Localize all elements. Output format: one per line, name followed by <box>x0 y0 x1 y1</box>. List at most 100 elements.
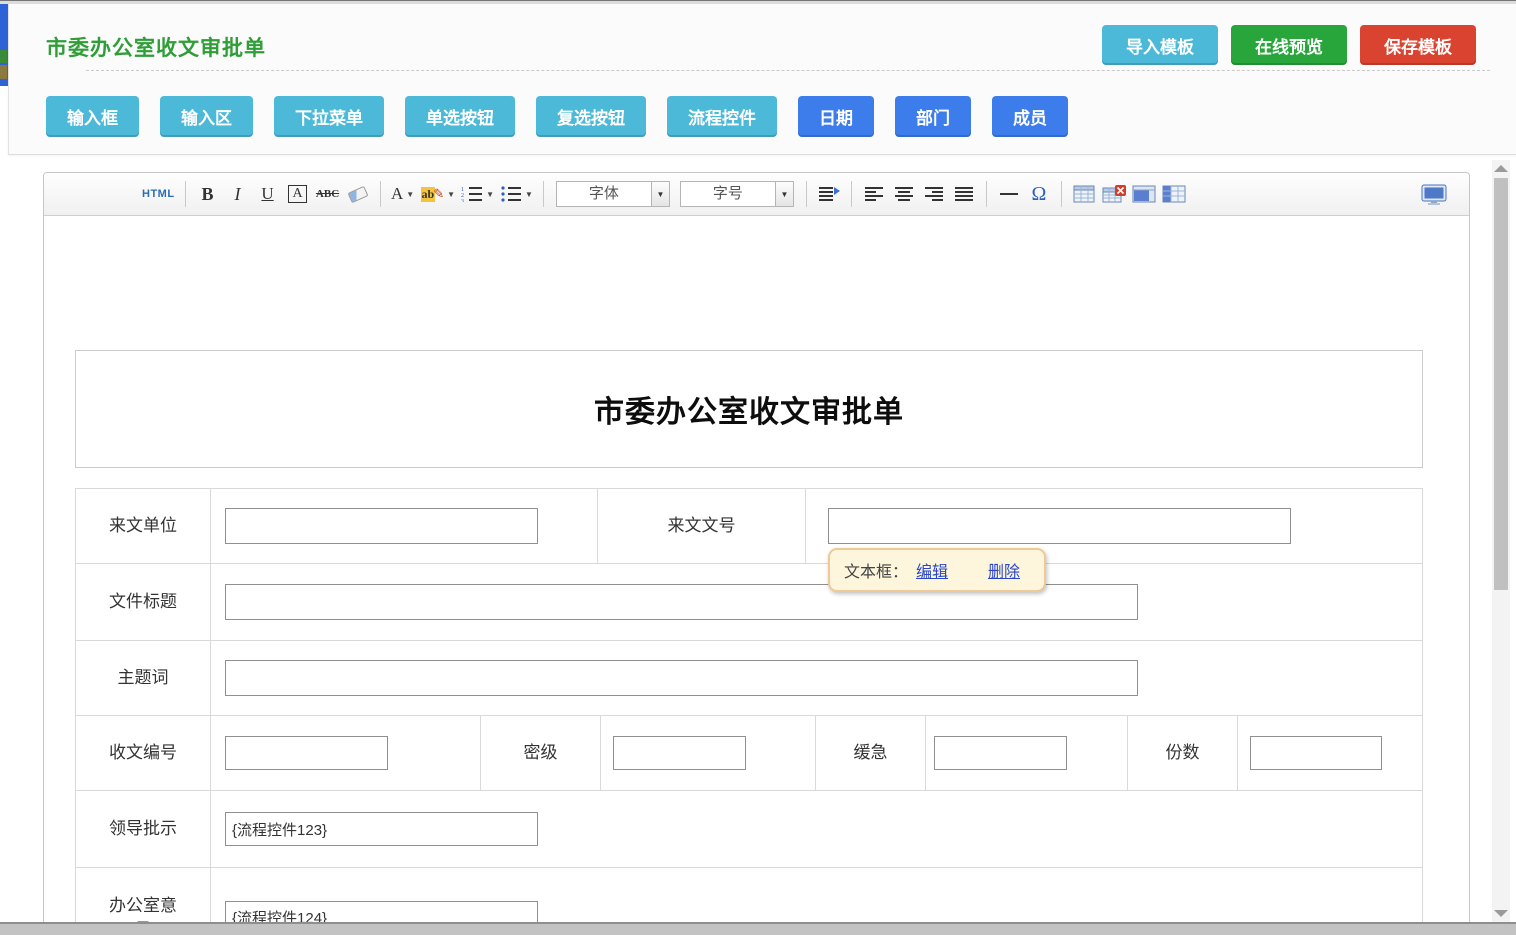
eraser-icon <box>347 185 368 202</box>
align-center-icon <box>894 186 914 202</box>
unordered-list-button[interactable]: ▼ <box>500 180 533 208</box>
control-palette: 输入框 输入区 下拉菜单 单选按钮 复选按钮 流程控件 日期 部门 成员 <box>46 96 1068 137</box>
font-color-icon: A <box>391 184 403 204</box>
tooltip-edit-link[interactable]: 编辑 <box>916 558 948 582</box>
approval-form-table: 来文单位 来文文号 文件标题 主题词 <box>75 488 1423 935</box>
indent-button[interactable] <box>817 180 841 208</box>
form-title-box: 市委办公室收文审批单 <box>75 350 1423 468</box>
palette-department-button[interactable]: 部门 <box>895 96 971 137</box>
leader-remark-input[interactable] <box>225 812 538 846</box>
align-center-button[interactable] <box>892 180 916 208</box>
highlight-color-button[interactable]: ab✎▼ <box>421 180 456 208</box>
align-left-icon <box>864 186 884 202</box>
source-unit-input[interactable] <box>225 508 538 544</box>
table-delete-icon <box>1102 185 1126 203</box>
table-row: 领导批示 <box>76 791 1422 868</box>
palette-radio-button[interactable]: 单选按钮 <box>405 96 515 137</box>
online-preview-button[interactable]: 在线预览 <box>1231 25 1347 65</box>
bold-button[interactable]: B <box>196 180 220 208</box>
background-window-sliver <box>0 4 8 86</box>
table-cell-properties-button[interactable] <box>1132 180 1156 208</box>
form-title: 市委办公室收文审批单 <box>594 387 904 431</box>
palette-input-box-button[interactable]: 输入框 <box>46 96 139 137</box>
textbox-tooltip: 文本框： 编辑 删除 <box>828 548 1046 592</box>
table-row: 文件标题 <box>76 564 1422 641</box>
unordered-list-icon <box>500 186 522 202</box>
chevron-down-icon: ▼ <box>651 182 669 206</box>
toolbar-separator <box>1061 181 1062 207</box>
toolbar-separator <box>806 181 807 207</box>
ordered-list-button[interactable]: 123 ▼ <box>461 180 494 208</box>
palette-checkbox-button[interactable]: 复选按钮 <box>536 96 646 137</box>
monitor-icon <box>1421 184 1447 205</box>
label-copies: 份数 <box>1128 716 1238 790</box>
font-style-box-button[interactable]: A <box>288 185 306 203</box>
special-char-button[interactable]: Ω <box>1027 180 1051 208</box>
font-color-button[interactable]: A▼ <box>391 180 415 208</box>
font-size-select[interactable]: 字号▼ <box>680 181 794 207</box>
header-actions: 导入模板 在线预览 保存模板 <box>1102 25 1476 65</box>
align-justify-button[interactable] <box>952 180 976 208</box>
underline-button[interactable]: U <box>256 180 280 208</box>
table-grid-icon <box>1162 185 1186 203</box>
page-title: 市委办公室收文审批单 <box>46 32 266 62</box>
font-size-value: 字号 <box>681 182 775 206</box>
tooltip-delete-link[interactable]: 删除 <box>988 558 1020 582</box>
copies-input[interactable] <box>1250 736 1382 770</box>
background-icon-fragment <box>0 65 7 79</box>
italic-button[interactable]: I <box>226 180 250 208</box>
palette-dropdown-button[interactable]: 下拉菜单 <box>274 96 384 137</box>
receipt-no-input[interactable] <box>225 736 388 770</box>
save-template-button[interactable]: 保存模板 <box>1360 25 1476 65</box>
doc-number-input[interactable] <box>828 508 1291 544</box>
horizontal-rule-button[interactable] <box>997 180 1021 208</box>
label-keywords: 主题词 <box>76 641 211 715</box>
palette-date-button[interactable]: 日期 <box>798 96 874 137</box>
import-template-button[interactable]: 导入模板 <box>1102 25 1218 65</box>
rich-text-editor: HTML B I U A ABC A▼ ab✎▼ 123 ▼ ▼ 字体▼ 字号▼ <box>43 172 1470 935</box>
align-left-button[interactable] <box>862 180 886 208</box>
editor-canvas[interactable]: 市委办公室收文审批单 来文单位 来文文号 文件标题 <box>44 216 1469 935</box>
table-icon <box>1073 185 1095 203</box>
keywords-input[interactable] <box>225 660 1138 696</box>
palette-member-button[interactable]: 成员 <box>992 96 1068 137</box>
vertical-scrollbar[interactable] <box>1492 160 1510 935</box>
secrecy-input[interactable] <box>613 736 746 770</box>
urgency-input[interactable] <box>934 736 1067 770</box>
font-family-select[interactable]: 字体▼ <box>556 181 670 207</box>
label-source-unit: 来文单位 <box>76 489 211 563</box>
fullscreen-button[interactable] <box>1421 180 1447 208</box>
chevron-down-icon: ▼ <box>447 190 455 199</box>
palette-textarea-button[interactable]: 输入区 <box>160 96 253 137</box>
table-row: 来文单位 来文文号 <box>76 489 1422 564</box>
insert-table-button[interactable] <box>1072 180 1096 208</box>
label-leader-remark: 领导批示 <box>76 791 211 867</box>
header-divider <box>86 70 1490 71</box>
cell-source-unit <box>211 489 598 563</box>
table-row: 收文编号 密级 缓急 份数 <box>76 716 1422 791</box>
cell-receipt-no <box>211 716 481 790</box>
align-right-button[interactable] <box>922 180 946 208</box>
label-urgency: 缓急 <box>816 716 926 790</box>
toolbar-separator <box>380 181 381 207</box>
html-source-button[interactable]: HTML <box>142 180 175 208</box>
indent-icon <box>818 186 840 202</box>
tooltip-label: 文本框： <box>844 558 908 582</box>
toolbar-separator <box>543 181 544 207</box>
align-justify-icon <box>954 186 974 202</box>
scroll-down-arrow[interactable] <box>1494 910 1508 917</box>
background-icon-fragment <box>0 50 7 63</box>
scroll-up-arrow[interactable] <box>1494 165 1508 172</box>
palette-flow-control-button[interactable]: 流程控件 <box>667 96 777 137</box>
toolbar-separator <box>851 181 852 207</box>
scrollbar-thumb[interactable] <box>1494 178 1508 590</box>
toolbar-separator <box>185 181 186 207</box>
table-properties-button[interactable] <box>1162 180 1186 208</box>
label-doc-number: 来文文号 <box>598 489 806 563</box>
chevron-down-icon: ▼ <box>775 182 793 206</box>
header-panel: 市委办公室收文审批单 导入模板 在线预览 保存模板 输入框 输入区 下拉菜单 单… <box>8 4 1516 155</box>
delete-table-button[interactable] <box>1102 180 1126 208</box>
editor-toolbar: HTML B I U A ABC A▼ ab✎▼ 123 ▼ ▼ 字体▼ 字号▼ <box>44 173 1469 216</box>
remove-format-button[interactable] <box>346 180 370 208</box>
strikethrough-button[interactable]: ABC <box>316 180 340 208</box>
